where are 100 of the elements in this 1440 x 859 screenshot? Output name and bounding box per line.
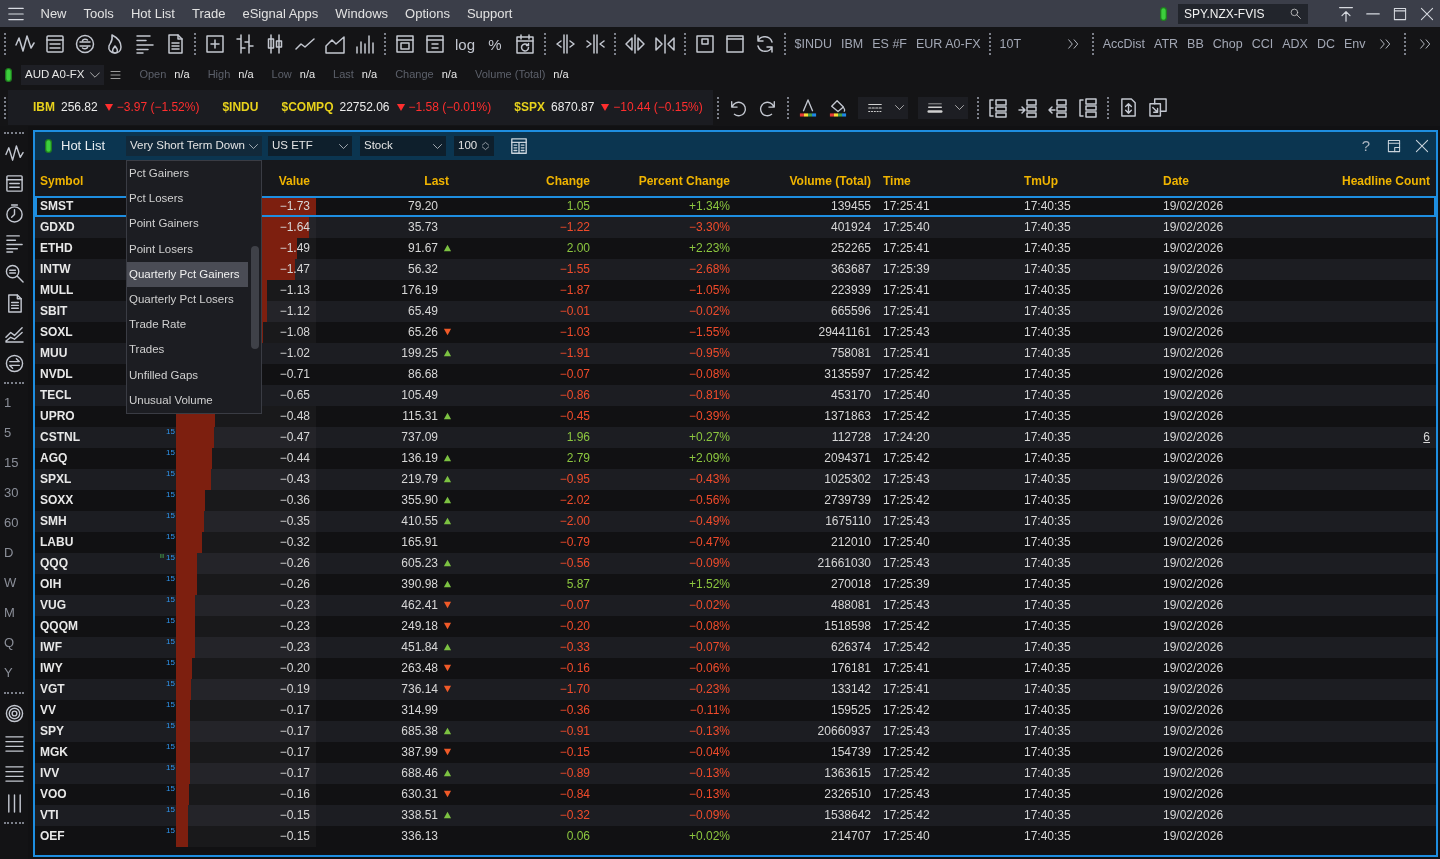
double-chevron-icon[interactable] xyxy=(1378,38,1392,50)
arrow-up-icon[interactable] xyxy=(1337,5,1354,22)
menu-option[interactable]: Pct Gainers xyxy=(127,161,248,187)
table-row[interactable]: SMH 15 −0.35 410.55 −2.00 −0.49% 1675110 17:25:43 17:40:35 19/02/2026 xyxy=(35,511,1436,532)
fill-color-icon[interactable] xyxy=(829,98,847,117)
close-icon[interactable] xyxy=(1419,6,1434,21)
coin-icon[interactable] xyxy=(75,34,95,54)
undo-icon[interactable] xyxy=(729,98,747,117)
document-arrows-icon[interactable] xyxy=(1118,98,1138,117)
symbol-button[interactable]: ES #F xyxy=(867,37,912,51)
table-icon[interactable] xyxy=(510,137,528,155)
interval-button[interactable]: Q xyxy=(0,628,28,658)
column-header[interactable]: Volume (Total) xyxy=(736,173,877,188)
menu-item[interactable]: Support xyxy=(458,5,521,22)
menu-item[interactable]: Options xyxy=(396,5,459,22)
document-icon[interactable] xyxy=(165,34,185,54)
maximize-icon[interactable] xyxy=(1392,6,1407,21)
redo-icon[interactable] xyxy=(759,98,777,117)
list-icon[interactable] xyxy=(45,34,65,54)
ticker-symbol[interactable]: IBM xyxy=(33,100,55,115)
interval-button[interactable]: D xyxy=(0,538,28,568)
count-spinner[interactable]: 100 xyxy=(454,136,494,156)
panel-icon[interactable] xyxy=(395,34,415,54)
table-row[interactable]: VUG 15 −0.23 462.41 −0.07 −0.02% 488081 17:25:43 17:40:35 19/02/2026 xyxy=(35,595,1436,616)
menu-option[interactable]: Unfilled Gaps xyxy=(127,362,248,388)
menu-icon[interactable] xyxy=(110,70,122,80)
menu-option[interactable]: Point Losers xyxy=(127,236,248,262)
column-header[interactable]: Percent Change xyxy=(596,173,736,188)
lines-icon[interactable] xyxy=(4,733,24,753)
symbol-search-field[interactable]: SPY.NZX-FVIS xyxy=(1178,3,1308,24)
ticker-symbol[interactable]: $COMPQ xyxy=(281,100,334,115)
stack-icon[interactable] xyxy=(1018,97,1038,118)
line-style-dropdown[interactable] xyxy=(858,96,908,119)
search-icon[interactable] xyxy=(1290,8,1301,19)
list-dropdown[interactable]: Very Short Term Down xyxy=(126,136,262,156)
scale-button[interactable]: log xyxy=(450,36,480,52)
stack-icon[interactable] xyxy=(1048,97,1068,118)
ticker-symbol[interactable]: $INDU xyxy=(222,100,259,115)
ohlc-bars-icon[interactable] xyxy=(235,34,255,54)
headline-count-link[interactable]: 6 xyxy=(1423,430,1430,445)
interval-button[interactable]: 1 xyxy=(0,388,28,418)
plus-box-icon[interactable] xyxy=(205,34,225,54)
symbol-dropdown[interactable]: AUD A0-FX xyxy=(21,65,105,85)
column-header[interactable]: Date xyxy=(1157,173,1300,188)
table-row[interactable]: IWF 15 −0.23 451.84 −0.33 −0.07% 626374 17:25:42 17:40:35 19/02/2026 xyxy=(35,637,1436,658)
zigzag-icon[interactable] xyxy=(4,143,24,163)
type-dropdown[interactable]: Stock xyxy=(360,136,446,156)
study-button[interactable]: Chop xyxy=(1208,37,1248,51)
study-button[interactable]: DC xyxy=(1312,37,1340,51)
close-icon[interactable] xyxy=(1415,139,1429,153)
line-width-dropdown[interactable] xyxy=(918,96,968,119)
window-icon[interactable] xyxy=(725,34,745,54)
histogram-icon[interactable] xyxy=(355,34,375,54)
column-header[interactable]: Last xyxy=(316,173,460,188)
table-row[interactable]: VTI 15 −0.15 338.51 −0.32 −0.09% 1538642 17:25:42 17:40:35 19/02/2026 xyxy=(35,805,1436,826)
double-chevron-icon[interactable] xyxy=(1066,38,1080,50)
stopwatch-icon[interactable] xyxy=(4,203,24,223)
refresh-icon[interactable] xyxy=(755,34,775,54)
symbol-button[interactable]: $INDU xyxy=(790,37,837,51)
menu-item[interactable]: Tools xyxy=(75,5,123,22)
interval-button[interactable]: 5 xyxy=(0,418,28,448)
column-header[interactable]: Headline Count xyxy=(1300,173,1436,188)
study-button[interactable]: ATR xyxy=(1149,37,1183,51)
minimize-icon[interactable] xyxy=(1365,12,1380,15)
table-row[interactable]: VGT 15 −0.19 736.14 −1.70 −0.23% 133142 17:25:41 17:40:35 19/02/2026 xyxy=(35,679,1436,700)
bars-icon[interactable] xyxy=(4,233,24,253)
text-color-icon[interactable] xyxy=(799,98,817,117)
study-button[interactable]: CCI xyxy=(1247,37,1278,51)
study-button[interactable]: BB xyxy=(1182,37,1209,51)
table-row[interactable]: QQQ 15 −0.26 605.23 −0.56 −0.09% 21661030 17:25:43 17:40:35 19/02/2026 xyxy=(35,553,1436,574)
help-button[interactable]: ? xyxy=(1355,137,1376,155)
cycle-icon[interactable] xyxy=(4,353,24,373)
arrows-out-icon[interactable] xyxy=(625,34,645,54)
menu-item[interactable]: Hot List xyxy=(122,5,184,22)
table-row[interactable]: SPXL 15 −0.43 219.79 −0.95 −0.43% 1025302 17:25:43 17:40:35 19/02/2026 xyxy=(35,469,1436,490)
menu-item[interactable]: New xyxy=(32,5,75,22)
copy-icon[interactable] xyxy=(1148,98,1168,117)
table-row[interactable]: SPY 15 −0.17 685.38 −0.91 −0.13% 20660937 17:25:43 17:40:35 19/02/2026 xyxy=(35,721,1436,742)
double-chevron-icon[interactable] xyxy=(1418,38,1432,50)
interval-button[interactable]: M xyxy=(0,598,28,628)
split-icon[interactable] xyxy=(585,34,605,54)
symbol-button[interactable]: EUR A0-FX xyxy=(911,37,986,51)
menu-item[interactable]: Windows xyxy=(326,5,397,22)
ticker-symbol[interactable]: $SPX xyxy=(514,100,545,115)
interval-button[interactable]: 10T xyxy=(995,37,1026,51)
window-icon[interactable] xyxy=(695,34,715,54)
target-icon[interactable] xyxy=(4,703,24,723)
interval-button[interactable]: W xyxy=(0,568,28,598)
stack-icon[interactable] xyxy=(988,97,1008,118)
column-header[interactable]: TmUp xyxy=(1018,173,1157,188)
study-button[interactable]: AccDist xyxy=(1098,37,1150,51)
study-button[interactable]: ADX xyxy=(1277,37,1313,51)
study-button[interactable]: Env xyxy=(1339,37,1370,51)
symbol-button[interactable]: IBM xyxy=(836,37,868,51)
panel-icon[interactable] xyxy=(425,34,445,54)
column-header[interactable]: Change xyxy=(460,173,596,188)
stack-icon[interactable] xyxy=(1078,97,1098,118)
interval-button[interactable]: 30 xyxy=(0,478,28,508)
arrows-in-icon[interactable] xyxy=(655,34,675,54)
scale-button[interactable]: % xyxy=(480,36,510,52)
